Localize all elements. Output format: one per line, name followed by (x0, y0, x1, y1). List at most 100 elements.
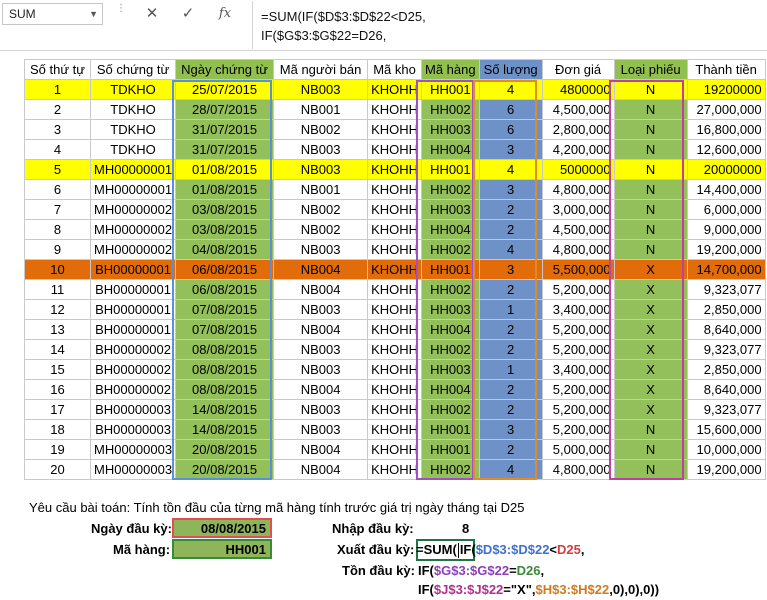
cell-amount[interactable]: 14,400,000 (686, 179, 766, 200)
cell-voucher[interactable]: BH00000003 (89, 399, 177, 420)
cell-item[interactable]: HH003 (421, 299, 480, 320)
cell-price[interactable]: 4,800,000 (541, 459, 615, 480)
cell-amount[interactable]: 19,200,000 (686, 459, 766, 480)
cell-date[interactable]: 14/08/2015 (175, 419, 275, 440)
cell-voucher[interactable]: TDKHO (89, 79, 177, 100)
cell-item[interactable]: HH003 (421, 119, 480, 140)
cell-item[interactable]: HH002 (421, 279, 480, 300)
cell-amount[interactable]: 10,000,000 (686, 439, 766, 460)
cell-warehouse[interactable]: KHOHH (367, 299, 423, 320)
cell-seller[interactable]: NB004 (273, 459, 369, 480)
cell-qty[interactable]: 2 (478, 319, 543, 340)
cell-item[interactable]: HH004 (421, 139, 480, 160)
cell-price[interactable]: 4,800,000 (541, 239, 615, 260)
cell-date[interactable]: 04/08/2015 (175, 239, 275, 260)
cell-seller[interactable]: NB004 (273, 439, 369, 460)
cell-date[interactable]: 08/08/2015 (175, 339, 275, 360)
header-cell[interactable]: Mã kho (367, 59, 423, 80)
cell-stt[interactable]: 7 (24, 199, 91, 220)
cell-qty[interactable]: 4 (478, 159, 543, 180)
cell-qty[interactable]: 2 (478, 199, 543, 220)
formula-edit-line-3[interactable]: IF($J$3:$J$22="X",$H$3:$H$22,0),0),0)) (418, 582, 659, 597)
cell-date[interactable]: 14/08/2015 (175, 399, 275, 420)
cell-amount[interactable]: 6,000,000 (686, 199, 766, 220)
cell-type[interactable]: X (613, 319, 688, 340)
cell-item[interactable]: HH002 (421, 239, 480, 260)
cell-stt[interactable]: 6 (24, 179, 91, 200)
cell-voucher[interactable]: MH00000002 (89, 239, 177, 260)
cell-amount[interactable]: 9,000,000 (686, 219, 766, 240)
cell-seller[interactable]: NB002 (273, 119, 369, 140)
cell-stt[interactable]: 4 (24, 139, 91, 160)
cell-date[interactable]: 28/07/2015 (175, 99, 275, 120)
cell-stt[interactable]: 18 (24, 419, 91, 440)
cell-stt[interactable]: 17 (24, 399, 91, 420)
cell-date[interactable]: 03/08/2015 (175, 219, 275, 240)
cell-date[interactable]: 20/08/2015 (175, 439, 275, 460)
cell-voucher[interactable]: BH00000001 (89, 299, 177, 320)
cell-warehouse[interactable]: KHOHH (367, 99, 423, 120)
cell-warehouse[interactable]: KHOHH (367, 239, 423, 260)
cell-price[interactable]: 5,200,000 (541, 319, 615, 340)
grip-icon[interactable]: ⋮ (116, 4, 126, 22)
header-cell[interactable]: Số lượng (478, 59, 543, 80)
cell-type[interactable]: X (613, 339, 688, 360)
cell-type[interactable]: N (613, 459, 688, 480)
enter-check-icon[interactable]: ✓ (176, 4, 200, 24)
cell-type[interactable]: X (613, 359, 688, 380)
cell-type[interactable]: X (613, 259, 688, 280)
formula-input[interactable]: =SUM(IF($D$3:$D$22<D25, IF($G$3:$G$22=D2… (252, 1, 764, 49)
cell-amount[interactable]: 20000000 (686, 159, 766, 180)
cell-warehouse[interactable]: KHOHH (367, 259, 423, 280)
cell-date[interactable]: 07/08/2015 (175, 299, 275, 320)
cell-seller[interactable]: NB003 (273, 79, 369, 100)
cell-type[interactable]: X (613, 279, 688, 300)
cell-voucher[interactable]: BH00000002 (89, 339, 177, 360)
cell-price[interactable]: 4800000 (541, 79, 615, 100)
cell-seller[interactable]: NB003 (273, 359, 369, 380)
cell-voucher[interactable]: MH00000003 (89, 459, 177, 480)
cell-seller[interactable]: NB003 (273, 239, 369, 260)
formula-edit-line-1[interactable]: =SUM(IF($D$3:$D$22<D25, (416, 540, 585, 560)
cell-price[interactable]: 3,400,000 (541, 359, 615, 380)
cell-stt[interactable]: 14 (24, 339, 91, 360)
cell-amount[interactable]: 9,323,077 (686, 279, 766, 300)
cell-warehouse[interactable]: KHOHH (367, 119, 423, 140)
cell-type[interactable]: N (613, 239, 688, 260)
cell-seller[interactable]: NB003 (273, 299, 369, 320)
header-cell[interactable]: Số chứng từ (89, 59, 177, 80)
cell-stt[interactable]: 1 (24, 79, 91, 100)
cell-amount[interactable]: 16,800,000 (686, 119, 766, 140)
cell-warehouse[interactable]: KHOHH (367, 399, 423, 420)
cell-seller[interactable]: NB001 (273, 99, 369, 120)
cell-item[interactable]: HH001 (421, 159, 480, 180)
cell-type[interactable]: N (613, 99, 688, 120)
cell-amount[interactable]: 14,700,000 (686, 259, 766, 280)
cell-stt[interactable]: 10 (24, 259, 91, 280)
cell-price[interactable]: 3,000,000 (541, 199, 615, 220)
cell-stt[interactable]: 19 (24, 439, 91, 460)
cell-warehouse[interactable]: KHOHH (367, 79, 423, 100)
cell-voucher[interactable]: BH00000001 (89, 279, 177, 300)
cell-type[interactable]: N (613, 219, 688, 240)
cell-seller[interactable]: NB004 (273, 279, 369, 300)
cell-warehouse[interactable]: KHOHH (367, 419, 423, 440)
cell-item[interactable]: HH003 (421, 359, 480, 380)
cell-voucher[interactable]: MH00000001 (89, 179, 177, 200)
cell-amount[interactable]: 8,640,000 (686, 379, 766, 400)
cell-seller[interactable]: NB004 (273, 379, 369, 400)
cell-date[interactable]: 07/08/2015 (175, 319, 275, 340)
cell-stt[interactable]: 13 (24, 319, 91, 340)
cell-qty[interactable]: 2 (478, 279, 543, 300)
cell-voucher[interactable]: MH00000001 (89, 159, 177, 180)
cell-stt[interactable]: 2 (24, 99, 91, 120)
cell-amount[interactable]: 27,000,000 (686, 99, 766, 120)
cell-voucher[interactable]: TDKHO (89, 99, 177, 120)
cell-item[interactable]: HH004 (421, 219, 480, 240)
cell-qty[interactable]: 3 (478, 179, 543, 200)
cell-item[interactable]: HH004 (421, 319, 480, 340)
cell-amount[interactable]: 15,600,000 (686, 419, 766, 440)
header-cell[interactable]: Mã người bán (273, 59, 369, 80)
cell-amount[interactable]: 19200000 (686, 79, 766, 100)
cell-voucher[interactable]: TDKHO (89, 139, 177, 160)
